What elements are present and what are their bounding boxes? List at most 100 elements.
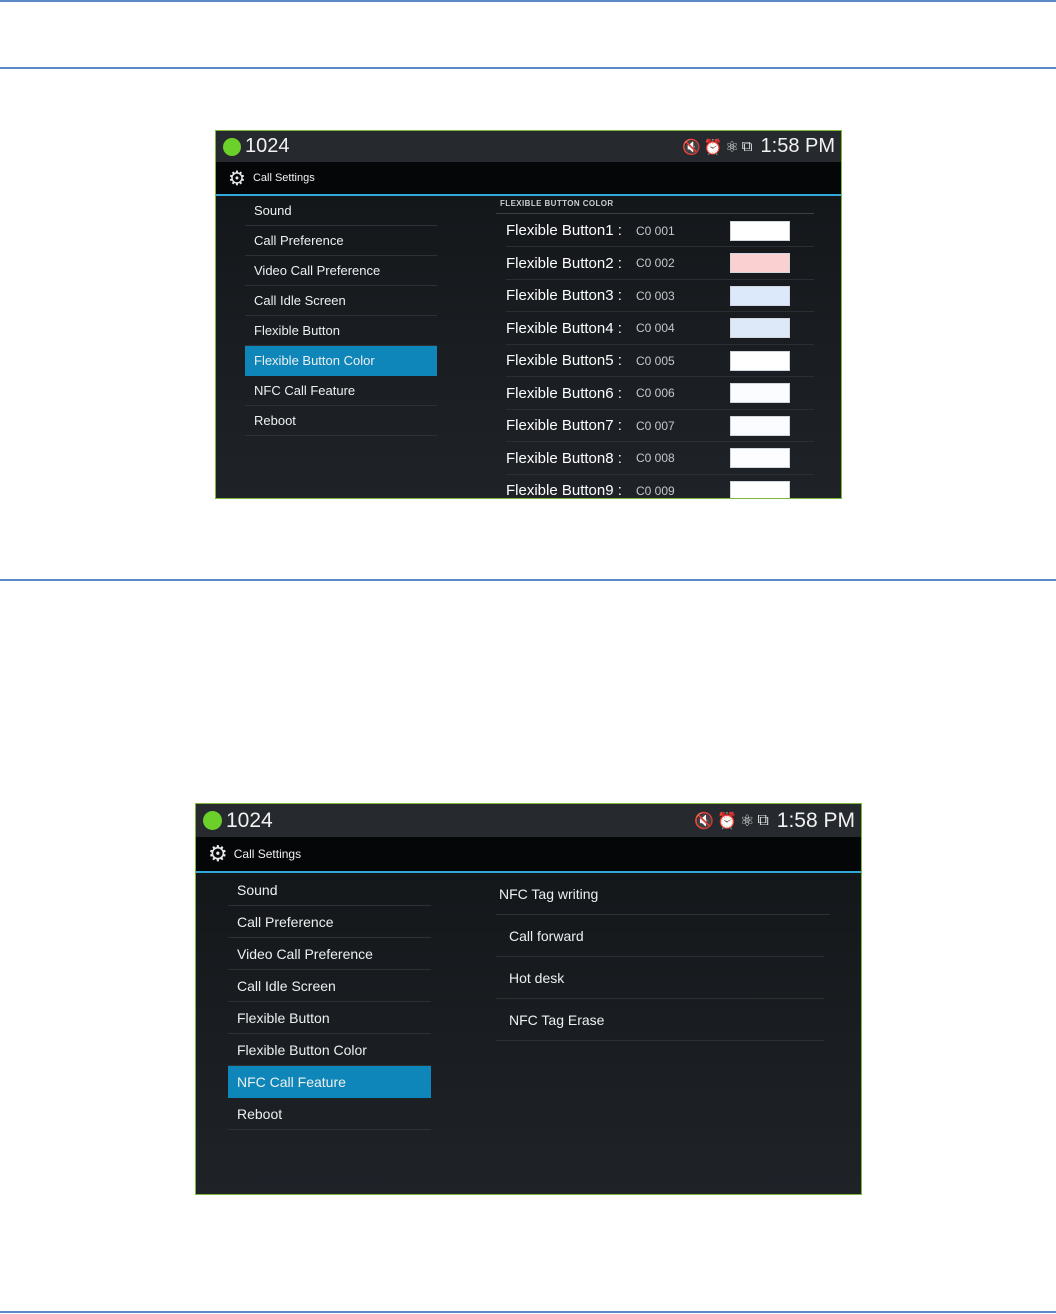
sidebar-item-video-call-preference[interactable]: Video Call Preference (228, 938, 431, 970)
nfc-item-label: NFC Tag Erase (509, 1011, 605, 1028)
section-divider (496, 213, 814, 214)
sidebar-item-sound[interactable]: Sound (245, 196, 437, 226)
sidebar-item-call-idle-screen[interactable]: Call Idle Screen (245, 286, 437, 316)
flexible-button-label: Flexible Button6 : (506, 384, 622, 402)
color-code: C0 008 (636, 451, 675, 465)
sidebar-item-label: Call Idle Screen (254, 293, 346, 308)
color-code: C0 003 (636, 288, 675, 303)
gear-icon: ⚙ (228, 167, 246, 190)
color-code: C0 007 (636, 418, 675, 433)
nfc-item-call-forward[interactable]: Call forward (496, 915, 824, 957)
sidebar-item-call-preference[interactable]: Call Preference (245, 226, 437, 256)
phone-screen-flexible-button-color: 1024 🔇 ⏰ ⚛ ⧉ 1:58 PM ⚙ Call Settings Sou… (215, 130, 842, 499)
settings-menu: Sound Call Preference Video Call Preferenc… (245, 196, 437, 436)
sidebar-item-call-preference[interactable]: Call Preference (228, 906, 431, 938)
color-swatch[interactable] (730, 285, 790, 306)
sidebar-item-label: Flexible Button (237, 1009, 330, 1026)
title-bar: ⚙ Call Settings (196, 837, 861, 873)
color-code: C0 001 (636, 223, 675, 238)
color-code: C0 002 (636, 256, 675, 270)
sidebar-item-label: NFC Call Feature (237, 1073, 346, 1090)
sidebar-item-reboot[interactable]: Reboot (245, 406, 437, 436)
extension-number: 1024 (245, 135, 290, 157)
flexible-button-row[interactable]: Flexible Button9 : C0 009 (506, 475, 814, 499)
sidebar-item-label: Flexible Button Color (254, 353, 375, 368)
screenshot-icon: ⧉ (741, 138, 753, 155)
color-swatch[interactable] (730, 480, 790, 498)
sidebar-item-label: NFC Call Feature (254, 383, 356, 398)
sidebar-item-flexible-button[interactable]: Flexible Button (228, 1002, 431, 1034)
color-code: C0 006 (636, 386, 675, 400)
title-bar: ⚙ Call Settings (216, 162, 841, 196)
flexible-button-label: Flexible Button2 : (506, 254, 622, 272)
clock: 1:58 PM (760, 135, 835, 157)
sidebar-item-label: Call Idle Screen (237, 977, 336, 994)
flexible-button-label: Flexible Button9 : (506, 482, 622, 499)
sidebar-item-video-call-preference[interactable]: Video Call Preference (245, 256, 437, 286)
sidebar-item-label: Reboot (254, 413, 296, 428)
color-swatch[interactable] (730, 350, 790, 371)
section-header: FLEXIBLE BUTTON COLOR (500, 199, 614, 208)
alarm-icon: ⏰ (703, 138, 723, 156)
sidebar-item-label: Sound (237, 881, 278, 898)
color-code: C0 004 (636, 321, 675, 335)
nfc-item-label: Hot desk (509, 969, 565, 986)
flexible-button-label: Flexible Button8 : (506, 449, 622, 467)
color-swatch[interactable] (730, 448, 790, 468)
page-rule (0, 579, 1056, 581)
flexible-button-row[interactable]: Flexible Button7 : C0 007 (506, 410, 814, 442)
page-rule (0, 67, 1056, 69)
flexible-button-row[interactable]: Flexible Button1 : C0 001 (506, 215, 814, 247)
sidebar-item-flexible-button-color[interactable]: Flexible Button Color (228, 1034, 431, 1066)
color-swatch[interactable] (730, 253, 790, 273)
flexible-button-label: Flexible Button7 : (506, 417, 622, 434)
page-title: Call Settings (233, 847, 302, 861)
extension-number: 1024 (226, 808, 273, 832)
flexible-button-label: Flexible Button1 : (506, 222, 622, 239)
clock: 1:58 PM (776, 808, 855, 832)
sidebar-item-label: Flexible Button Color (237, 1041, 367, 1058)
page-rule-bottom (0, 1311, 1056, 1313)
mute-icon: 🔇 (694, 812, 715, 830)
sidebar-item-label: Flexible Button (254, 323, 340, 338)
sidebar-item-nfc-call-feature[interactable]: NFC Call Feature (228, 1066, 431, 1098)
flexible-button-label: Flexible Button4 : (506, 319, 622, 337)
presence-dot (223, 137, 241, 156)
sidebar-item-label: Call Preference (237, 913, 334, 930)
color-swatch[interactable] (730, 318, 790, 338)
network-icon: ⚛ (725, 138, 739, 156)
page-title: Call Settings (252, 172, 315, 184)
color-swatch[interactable] (730, 415, 790, 436)
sidebar-item-nfc-call-feature[interactable]: NFC Call Feature (245, 376, 437, 406)
mute-icon: 🔇 (681, 138, 701, 156)
flexible-button-label: Flexible Button5 : (506, 352, 622, 369)
nfc-item-hot-desk[interactable]: Hot desk (496, 957, 824, 999)
screenshot-icon: ⧉ (757, 811, 769, 829)
flexible-button-row[interactable]: Flexible Button8 : C0 008 (506, 443, 814, 475)
nfc-header-label: NFC Tag writing (499, 885, 599, 902)
status-bar: 1024 🔇 ⏰ ⚛ ⧉ 1:58 PM (216, 131, 841, 162)
sidebar-item-label: Video Call Preference (254, 263, 381, 278)
sidebar-item-label: Call Preference (254, 233, 344, 248)
sidebar-item-label: Video Call Preference (237, 945, 373, 962)
color-code: C0 009 (636, 483, 675, 498)
flexible-button-row[interactable]: Flexible Button3 : C0 003 (506, 280, 814, 312)
sidebar-item-sound[interactable]: Sound (228, 874, 431, 906)
sidebar-item-reboot[interactable]: Reboot (228, 1098, 431, 1130)
sidebar-item-call-idle-screen[interactable]: Call Idle Screen (228, 970, 431, 1002)
settings-menu: Sound Call Preference Video Call Preferenc… (228, 874, 431, 1130)
flexible-button-row[interactable]: Flexible Button6 : C0 006 (506, 378, 814, 410)
nfc-item-label: Call forward (509, 927, 584, 944)
flexible-button-label: Flexible Button3 : (506, 287, 622, 304)
presence-dot (203, 811, 222, 830)
flexible-button-row[interactable]: Flexible Button2 : C0 002 (506, 248, 814, 280)
sidebar-item-flexible-button[interactable]: Flexible Button (245, 316, 437, 346)
flexible-button-row[interactable]: Flexible Button4 : C0 004 (506, 313, 814, 345)
color-code: C0 005 (636, 353, 675, 368)
color-swatch[interactable] (730, 220, 790, 241)
color-swatch[interactable] (730, 383, 790, 403)
sidebar-item-flexible-button-color[interactable]: Flexible Button Color (245, 346, 437, 376)
flexible-button-row[interactable]: Flexible Button5 : C0 005 (506, 345, 814, 377)
nfc-item-nfc-tag-erase[interactable]: NFC Tag Erase (496, 999, 824, 1041)
sidebar-item-label: Reboot (237, 1105, 283, 1122)
